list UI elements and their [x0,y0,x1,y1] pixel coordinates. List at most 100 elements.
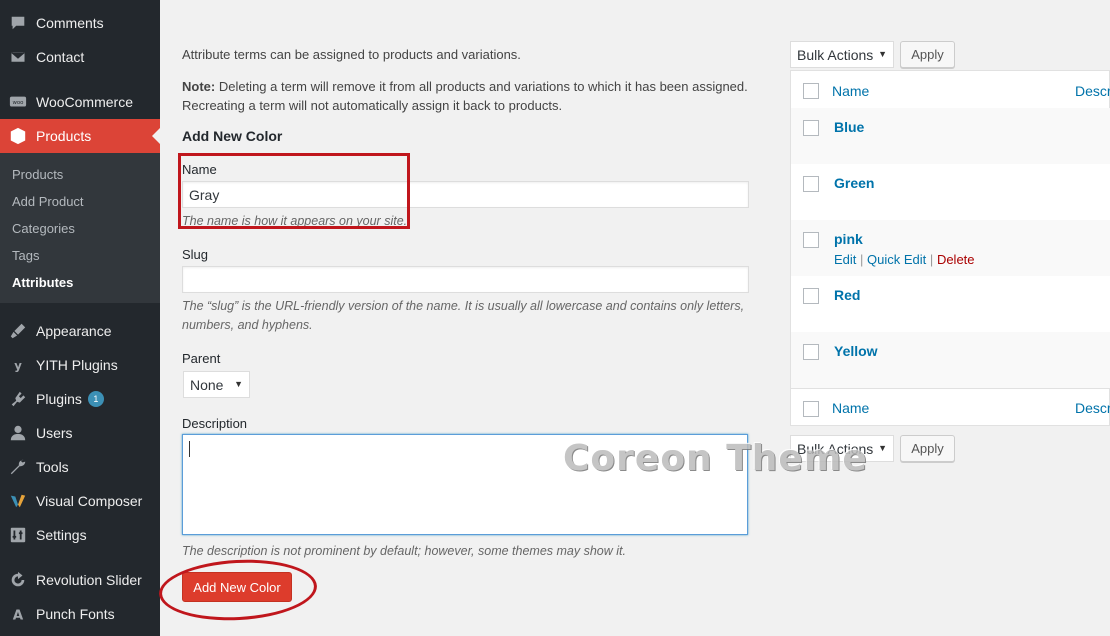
svg-text:A: A [13,607,24,623]
submenu-attributes[interactable]: Attributes [12,275,73,290]
menu-label: Visual Composer [36,493,143,509]
bulk-actions-select-top[interactable]: Bulk Actions ▼ [790,41,894,68]
watermark-text: Coreon Theme [563,438,868,479]
select-all-checkbox[interactable] [803,83,819,99]
table-row: Green [791,164,1110,220]
menu-plugins[interactable]: Plugins 1 [0,382,160,416]
table-row: Red [791,276,1110,332]
user-icon [9,424,27,442]
plug-icon [9,390,27,408]
font-icon: A [9,605,27,623]
table-footer: Name Descr [791,388,1110,426]
slug-hint: The “slug” is the URL-friendly version o… [182,299,745,332]
note-text: Note: Deleting a term will remove it fro… [182,77,762,115]
note-body: Deleting a term will remove it from all … [182,79,748,113]
menu-label: Settings [36,527,87,543]
table-row: Yellow [791,332,1110,388]
menu-label: Appearance [36,323,112,339]
note-label: Note: [182,79,216,94]
table-row: pink Edit | Quick Edit | Delete [791,220,1110,276]
text-cursor [189,441,190,457]
apply-button-bottom[interactable]: Apply [900,435,955,462]
menu-settings[interactable]: Settings [0,518,160,552]
menu-label: Users [36,425,73,441]
menu-products[interactable]: Products [0,119,160,153]
select-all-checkbox-footer[interactable] [803,401,819,417]
menu-visual-composer[interactable]: Visual Composer [0,484,160,518]
row-actions: Edit | Quick Edit | Delete [834,252,975,267]
menu-label: WooCommerce [36,94,133,110]
delete-link[interactable]: Delete [937,252,975,267]
menu-punch-fonts[interactable]: A Punch Fonts [0,597,160,631]
parent-label: Parent [182,351,221,366]
submenu-tags[interactable]: Tags [12,248,39,263]
slug-label: Slug [182,247,209,262]
vc-icon [9,492,27,510]
quick-edit-link[interactable]: Quick Edit [867,252,926,267]
menu-label: Punch Fonts [36,606,115,622]
menu-label: Tools [36,459,69,475]
term-name[interactable]: Green [834,175,874,191]
brush-icon [9,322,27,340]
slug-input[interactable] [182,266,749,293]
submenu-categories[interactable]: Categories [12,221,75,236]
term-name[interactable]: Blue [834,119,864,135]
description-column-header[interactable]: Descr [1075,83,1110,99]
caret-down-icon: ▼ [878,49,887,59]
submenu-products[interactable]: Products [12,167,63,182]
woo-icon: woo [9,93,27,111]
menu-users[interactable]: Users [0,416,160,450]
menu-appearance[interactable]: Appearance [0,314,160,348]
svg-text:woo: woo [13,100,24,106]
menu-revolution-slider[interactable]: Revolution Slider [0,563,160,597]
description-hint: The description is not prominent by defa… [182,544,626,558]
refresh-icon [9,571,27,589]
annotation-rectangle [178,153,410,229]
menu-woocommerce[interactable]: woo WooCommerce [0,85,160,119]
row-checkbox[interactable] [803,120,819,136]
wrench-icon [9,458,27,476]
mail-icon [9,48,27,66]
name-column-header[interactable]: Name [832,83,869,99]
description-label: Description [182,416,248,431]
description-column-footer[interactable]: Descr [1075,400,1110,416]
menu-label: Plugins [36,391,82,407]
parent-select[interactable]: None ▼ [183,371,250,398]
term-name[interactable]: Red [834,287,860,303]
caret-down-icon: ▼ [234,379,243,389]
menu-label: Contact [36,49,85,65]
menu-label: YITH Plugins [36,357,118,373]
term-name[interactable]: Yellow [834,343,878,359]
terms-table: Name Descr Blue Green pink Edit | Quick … [790,70,1110,426]
caret-down-icon: ▼ [878,443,887,453]
admin-sidebar: Comments Contact woo WooCommerce Product… [0,0,160,636]
products-submenu: Products Add Product Categories Tags Att… [0,153,160,303]
row-checkbox[interactable] [803,176,819,192]
submenu-add-product[interactable]: Add Product [12,194,84,209]
row-checkbox[interactable] [803,344,819,360]
parent-select-value: None [190,376,224,393]
name-column-footer[interactable]: Name [832,400,869,416]
edit-link[interactable]: Edit [834,252,856,267]
row-checkbox[interactable] [803,288,819,304]
row-checkbox[interactable] [803,232,819,248]
box-icon [9,127,27,145]
form-heading: Add New Color [182,128,283,144]
intro-text: Attribute terms can be assigned to produ… [182,47,521,62]
menu-label: Products [36,128,92,144]
separator: | [929,252,934,267]
menu-yith-plugins[interactable]: y YITH Plugins [0,348,160,382]
menu-comments[interactable]: Comments [0,6,160,40]
plugins-update-badge: 1 [87,391,104,407]
svg-text:y: y [14,359,22,373]
term-name[interactable]: pink [834,231,863,247]
comment-icon [9,14,27,32]
yith-icon: y [9,356,27,374]
menu-contact[interactable]: Contact [0,40,160,74]
separator: | [860,252,864,267]
table-header: Name Descr [791,71,1110,109]
apply-button-top[interactable]: Apply [900,41,955,68]
menu-tools[interactable]: Tools [0,450,160,484]
menu-label: Comments [36,15,104,31]
settings-icon [9,526,27,544]
